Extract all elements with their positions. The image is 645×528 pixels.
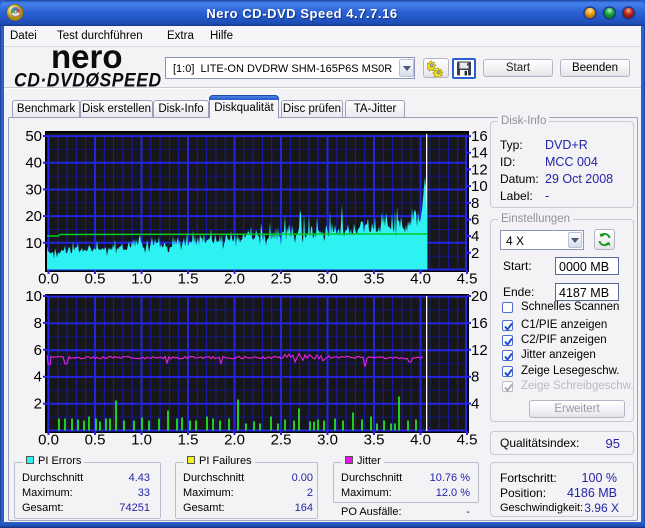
svg-text:4.5: 4.5 — [457, 432, 478, 449]
svg-text:16: 16 — [471, 315, 488, 332]
svg-text:4.0: 4.0 — [410, 432, 431, 449]
svg-text:0.0: 0.0 — [38, 271, 59, 288]
svg-text:3.0: 3.0 — [317, 271, 338, 288]
svg-text:12: 12 — [471, 342, 488, 359]
svg-text:14: 14 — [471, 145, 488, 162]
svg-text:2.0: 2.0 — [224, 432, 245, 449]
svg-text:20: 20 — [25, 208, 42, 225]
svg-text:50: 50 — [25, 128, 42, 145]
svg-text:4: 4 — [34, 369, 42, 386]
svg-text:10: 10 — [25, 235, 42, 252]
svg-text:1.0: 1.0 — [131, 271, 152, 288]
svg-text:6: 6 — [34, 342, 42, 359]
svg-text:3.5: 3.5 — [364, 271, 385, 288]
svg-text:2.5: 2.5 — [271, 271, 292, 288]
svg-text:20: 20 — [471, 288, 488, 305]
svg-text:40: 40 — [25, 155, 42, 172]
svg-text:2: 2 — [471, 245, 479, 262]
svg-text:1.5: 1.5 — [178, 432, 199, 449]
svg-text:10: 10 — [471, 178, 488, 195]
svg-text:6: 6 — [471, 212, 479, 229]
svg-text:1.0: 1.0 — [131, 432, 152, 449]
svg-text:0.0: 0.0 — [38, 432, 59, 449]
svg-text:8: 8 — [34, 315, 42, 332]
svg-text:4: 4 — [471, 396, 479, 413]
svg-text:2: 2 — [34, 396, 42, 413]
svg-text:2.0: 2.0 — [224, 271, 245, 288]
svg-text:0.5: 0.5 — [85, 432, 106, 449]
svg-text:3.0: 3.0 — [317, 432, 338, 449]
svg-text:4.0: 4.0 — [410, 271, 431, 288]
svg-text:10: 10 — [25, 288, 42, 305]
svg-text:8: 8 — [471, 369, 479, 386]
svg-text:1.5: 1.5 — [178, 271, 199, 288]
svg-text:12: 12 — [471, 161, 488, 178]
svg-text:16: 16 — [471, 128, 488, 145]
svg-text:0.5: 0.5 — [85, 271, 106, 288]
svg-text:30: 30 — [25, 181, 42, 198]
svg-text:4.5: 4.5 — [457, 271, 478, 288]
svg-text:8: 8 — [471, 195, 479, 212]
svg-text:3.5: 3.5 — [364, 432, 385, 449]
svg-text:2.5: 2.5 — [271, 432, 292, 449]
svg-text:4: 4 — [471, 228, 479, 245]
